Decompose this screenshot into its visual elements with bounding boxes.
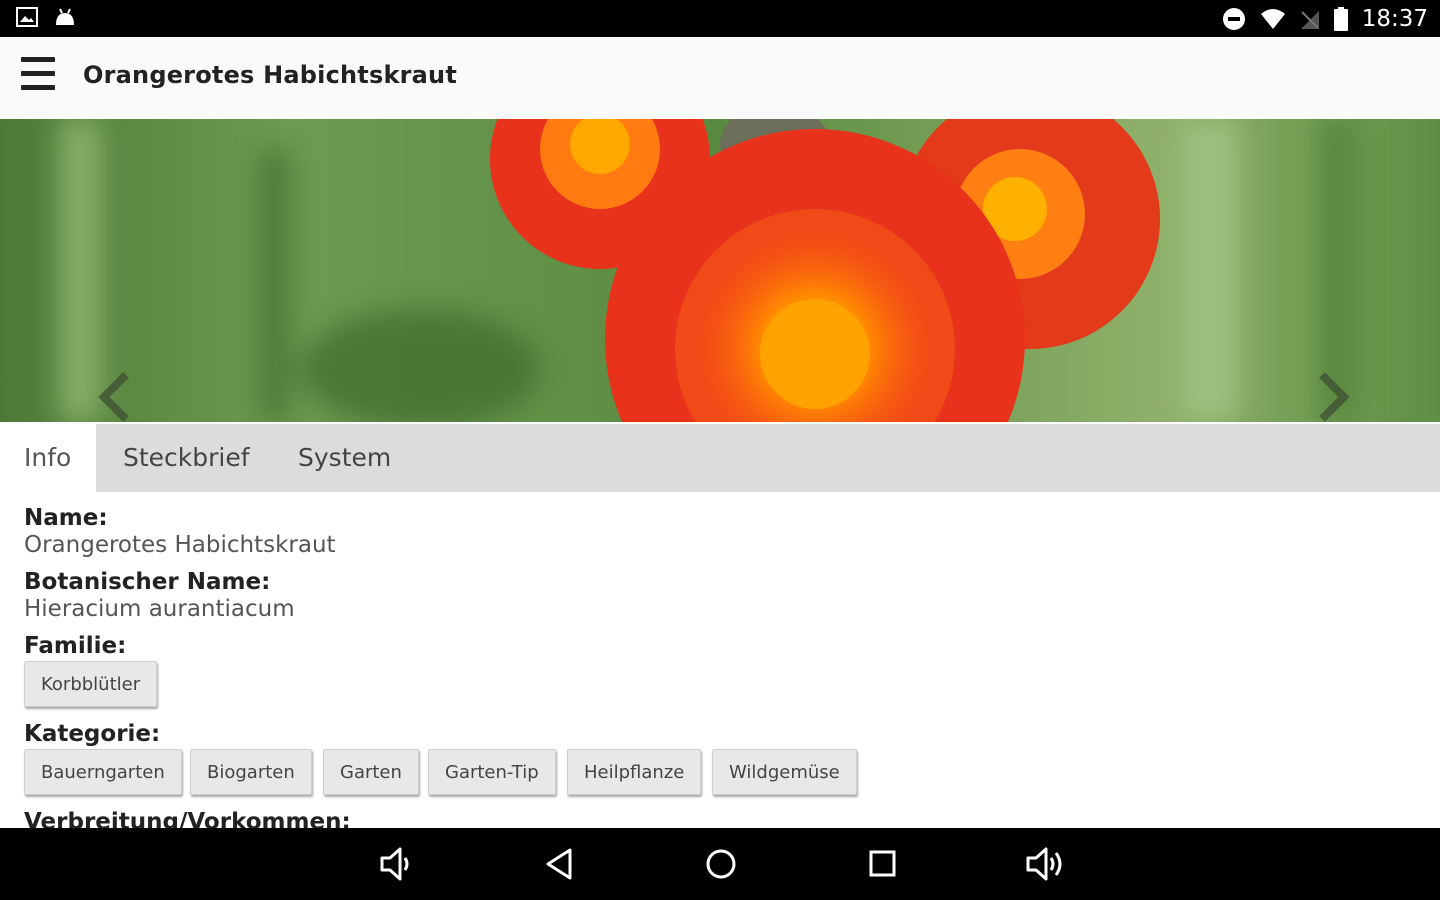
name-value: Orangerotes Habichtskraut bbox=[24, 532, 336, 558]
app-bar: Orangerotes Habichtskraut bbox=[0, 37, 1440, 120]
category-chip[interactable]: Garten-Tip bbox=[428, 749, 556, 795]
home-icon[interactable] bbox=[701, 846, 741, 882]
volume-down-icon[interactable] bbox=[378, 846, 418, 882]
volume-up-icon[interactable] bbox=[1024, 846, 1064, 882]
recents-icon[interactable] bbox=[862, 846, 902, 882]
category-chip[interactable]: Heilpflanze bbox=[567, 749, 702, 795]
category-chip[interactable]: Garten bbox=[323, 749, 419, 795]
tab-steckbrief[interactable]: Steckbrief bbox=[99, 424, 274, 492]
previous-slide-arrow-icon[interactable] bbox=[96, 371, 136, 422]
info-panel[interactable]: Name: Orangerotes Habichtskraut Botanisc… bbox=[0, 492, 1440, 828]
menu-icon[interactable] bbox=[18, 55, 60, 95]
tab-bar: Info Steckbrief System bbox=[0, 424, 1440, 492]
battery-icon bbox=[1333, 7, 1348, 31]
status-bar: 18:37 bbox=[0, 0, 1440, 37]
botanical-name-label: Botanischer Name: bbox=[24, 569, 271, 595]
do-not-disturb-icon bbox=[1222, 8, 1245, 30]
category-chip[interactable]: Wildgemüse bbox=[712, 749, 857, 795]
page-title: Orangerotes Habichtskraut bbox=[83, 61, 457, 89]
clock: 18:37 bbox=[1361, 6, 1428, 32]
android-icon bbox=[56, 8, 74, 25]
image-icon bbox=[16, 7, 38, 27]
no-signal-icon bbox=[1300, 11, 1319, 29]
tab-system[interactable]: System bbox=[274, 424, 415, 492]
image-carousel[interactable] bbox=[0, 119, 1440, 422]
back-icon[interactable] bbox=[540, 846, 580, 882]
plant-photo bbox=[0, 119, 1440, 422]
category-chip[interactable]: Bauerngarten bbox=[24, 749, 182, 795]
family-chip[interactable]: Korbblütler bbox=[24, 661, 158, 707]
name-label: Name: bbox=[24, 505, 108, 531]
distribution-label: Verbreitung/Vorkommen: bbox=[24, 809, 351, 828]
category-label: Kategorie: bbox=[24, 721, 161, 747]
family-label: Familie: bbox=[24, 633, 127, 659]
category-chip[interactable]: Biogarten bbox=[190, 749, 312, 795]
botanical-name-value: Hieracium aurantiacum bbox=[24, 596, 295, 622]
wifi-icon bbox=[1260, 9, 1285, 29]
tab-info[interactable]: Info bbox=[0, 424, 96, 492]
system-navigation-bar bbox=[0, 828, 1440, 900]
next-slide-arrow-icon[interactable] bbox=[1312, 371, 1352, 422]
